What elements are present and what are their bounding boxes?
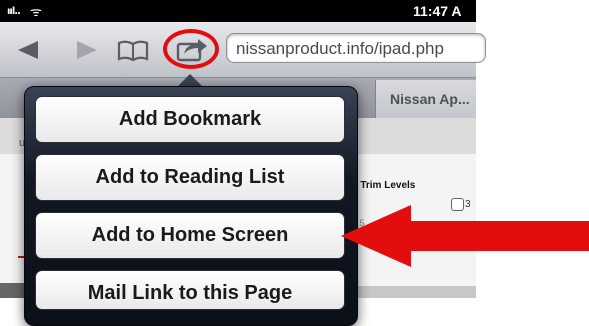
add-to-home-screen-button[interactable]: Add to Home Screen	[35, 212, 345, 259]
share-button-highlight-circle	[163, 29, 219, 69]
add-to-reading-list-button[interactable]: Add to Reading List	[35, 154, 345, 201]
status-time: 11:47 A	[413, 3, 462, 19]
add-bookmark-button[interactable]: Add Bookmark	[35, 96, 345, 143]
signal-strength-icon: ııl..	[7, 6, 21, 17]
mail-link-button[interactable]: Mail Link to this Page	[35, 270, 345, 310]
status-bar: ııl.. ᯤ 11:47 A	[0, 0, 476, 22]
wifi-icon: ᯤ	[30, 5, 42, 20]
bookmarks-book-icon[interactable]	[117, 40, 149, 62]
back-arrow-icon[interactable]	[18, 41, 40, 59]
browser-toolbar: nissanproduct.info/ipad.php	[0, 22, 486, 78]
forward-arrow-icon[interactable]	[75, 41, 97, 59]
url-address-field[interactable]: nissanproduct.info/ipad.php	[226, 33, 486, 63]
trim-levels-label: ll Trim Levels	[352, 180, 416, 191]
tab-nissan[interactable]: Nissan Ap...	[375, 80, 476, 118]
page-footer-band	[344, 286, 476, 298]
red-pointer-arrow-icon	[341, 205, 589, 267]
